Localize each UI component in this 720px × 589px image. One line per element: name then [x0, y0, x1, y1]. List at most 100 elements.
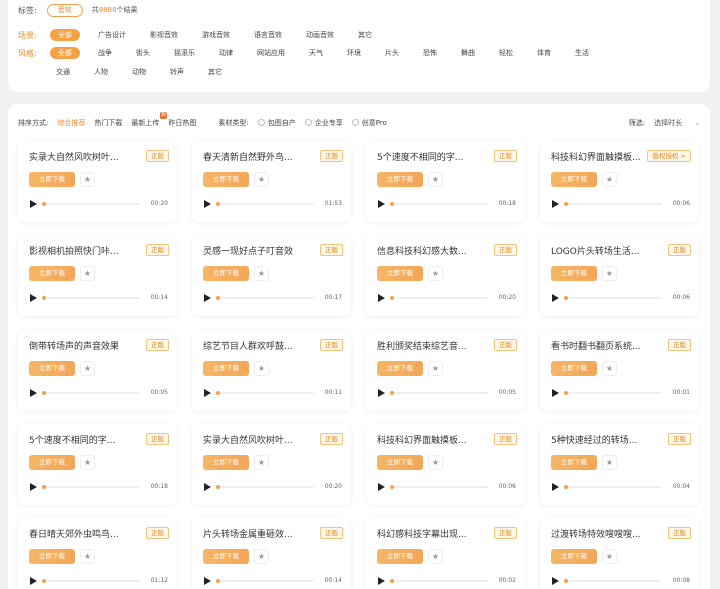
tag-pill-sound[interactable]: 音效	[46, 3, 83, 17]
sound-card[interactable]: 春日晴天郊外虫鸣鸟... 正版 立即下载 ★ 01:12	[18, 518, 177, 589]
play-icon[interactable]	[204, 294, 211, 302]
download-button[interactable]: 立即下载	[377, 266, 423, 281]
style-chip[interactable]: 交通	[50, 66, 76, 78]
star-icon[interactable]: ★	[428, 549, 443, 564]
progress-handle[interactable]	[390, 391, 394, 395]
star-icon[interactable]: ★	[254, 455, 269, 470]
play-icon[interactable]	[378, 294, 385, 302]
style-chip[interactable]: 动物	[126, 66, 152, 78]
download-button[interactable]: 立即下载	[551, 455, 597, 470]
star-icon[interactable]: ★	[80, 172, 95, 187]
style-chip[interactable]: 动律	[213, 47, 239, 59]
sound-card[interactable]: 胜利颁奖结束综艺音... 正版 立即下载 ★ 00:05	[366, 330, 525, 411]
sound-card[interactable]: 科技科幻界面触摸板... 正版 立即下载 ★ 00:06	[366, 424, 525, 505]
star-icon[interactable]: ★	[428, 455, 443, 470]
progress-handle[interactable]	[564, 202, 568, 206]
progress-track[interactable]	[564, 296, 662, 300]
play-icon[interactable]	[552, 200, 559, 208]
style-chip[interactable]: 生活	[569, 47, 595, 59]
sound-title[interactable]: 科幻感科技字幕出现...	[377, 527, 487, 540]
play-icon[interactable]	[378, 200, 385, 208]
download-button[interactable]: 立即下载	[377, 361, 423, 376]
progress-track[interactable]	[216, 391, 314, 395]
style-chip[interactable]: 网站应用	[251, 47, 291, 59]
sound-card[interactable]: 5种快速经过的转场... 正版 立即下载 ★ 00:04	[540, 424, 699, 505]
download-button[interactable]: 立即下载	[203, 361, 249, 376]
sound-card[interactable]: 过渡转场特效嗖嗖嗖... 正版 立即下载 ★ 00:08	[540, 518, 699, 589]
star-icon[interactable]: ★	[254, 361, 269, 376]
progress-handle[interactable]	[564, 296, 568, 300]
sound-card[interactable]: 倒带转场声的声音效果 正版 立即下载 ★ 00:05	[18, 330, 177, 411]
sound-title[interactable]: 实录大自然风吹树叶...	[29, 150, 139, 163]
sound-title[interactable]: 倒带转场声的声音效果	[29, 339, 139, 352]
sound-title[interactable]: LOGO片头转场生活...	[551, 244, 661, 257]
style-chip[interactable]: 其它	[202, 66, 228, 78]
play-icon[interactable]	[552, 294, 559, 302]
progress-track[interactable]	[390, 202, 488, 206]
play-icon[interactable]	[552, 577, 559, 585]
scene-chip[interactable]: 影视音效	[144, 29, 184, 41]
sound-card[interactable]: 科幻感科技字幕出现... 正版 立即下载 ★ 00:02	[366, 518, 525, 589]
style-chip[interactable]: 铃声	[164, 66, 190, 78]
play-icon[interactable]	[30, 577, 37, 585]
progress-handle[interactable]	[42, 202, 46, 206]
download-button[interactable]: 立即下载	[551, 549, 597, 564]
download-button[interactable]: 立即下载	[377, 549, 423, 564]
material-option[interactable]: 创意Pro	[351, 118, 387, 128]
star-icon[interactable]: ★	[602, 549, 617, 564]
sound-card[interactable]: LOGO片头转场生活... 正版 立即下载 ★ 00:06	[540, 235, 699, 316]
progress-track[interactable]	[564, 391, 662, 395]
star-icon[interactable]: ★	[80, 266, 95, 281]
star-icon[interactable]: ★	[428, 172, 443, 187]
scene-chip[interactable]: 语言音效	[248, 29, 288, 41]
sound-card[interactable]: 信息科技科幻感大数... 正版 立即下载 ★ 00:20	[366, 235, 525, 316]
play-icon[interactable]	[204, 483, 211, 491]
scene-chip[interactable]: 广告设计	[92, 29, 132, 41]
sound-card[interactable]: 实录大自然风吹树叶... 正版 立即下载 ★ 00:20	[192, 424, 351, 505]
download-button[interactable]: 立即下载	[29, 172, 75, 187]
progress-track[interactable]	[564, 579, 662, 583]
progress-handle[interactable]	[42, 485, 46, 489]
download-button[interactable]: 立即下载	[29, 266, 75, 281]
download-button[interactable]: 立即下载	[203, 549, 249, 564]
sound-card[interactable]: 5个速度不相同的字... 正版 立即下载 ★ 00:18	[18, 424, 177, 505]
star-icon[interactable]: ★	[602, 266, 617, 281]
material-option[interactable]: 包图自产	[257, 118, 296, 128]
style-chip[interactable]: 战争	[92, 47, 118, 59]
download-button[interactable]: 立即下载	[29, 549, 75, 564]
sound-card[interactable]: 综艺节目人群欢呼鼓... 正版 立即下载 ★ 00:11	[192, 330, 351, 411]
radio-icon[interactable]	[304, 119, 312, 126]
download-button[interactable]: 立即下载	[203, 455, 249, 470]
sound-title[interactable]: 5个速度不相同的字...	[377, 150, 487, 163]
play-icon[interactable]	[30, 200, 37, 208]
progress-track[interactable]	[42, 202, 140, 206]
download-button[interactable]: 立即下载	[551, 266, 597, 281]
sound-title[interactable]: 看书时翻书翻页系统...	[551, 339, 661, 352]
sound-card[interactable]: 实录大自然风吹树叶... 正版 立即下载 ★ 00:20	[18, 141, 177, 222]
style-chip[interactable]: 人物	[88, 66, 114, 78]
star-icon[interactable]: ★	[602, 361, 617, 376]
progress-track[interactable]	[42, 391, 140, 395]
progress-track[interactable]	[42, 579, 140, 583]
play-icon[interactable]	[378, 577, 385, 585]
progress-handle[interactable]	[564, 579, 568, 583]
sound-card[interactable]: 科技科幻界面触摸板... 版权授权 > 立即下载 ★ 00:06	[540, 141, 699, 222]
download-button[interactable]: 立即下载	[377, 172, 423, 187]
star-icon[interactable]: ★	[254, 549, 269, 564]
sound-title[interactable]: 科技科幻界面触摸板...	[377, 433, 487, 446]
style-chip[interactable]: 恐怖	[417, 47, 443, 59]
sound-card[interactable]: 片头转场金属重砸效... 正版 立即下载 ★ 00:14	[192, 518, 351, 589]
play-icon[interactable]	[30, 294, 37, 302]
progress-handle[interactable]	[216, 485, 220, 489]
download-button[interactable]: 立即下载	[203, 266, 249, 281]
progress-track[interactable]	[564, 485, 662, 489]
progress-track[interactable]	[564, 202, 662, 206]
sound-card[interactable]: 看书时翻书翻页系统... 正版 立即下载 ★ 00:01	[540, 330, 699, 411]
play-icon[interactable]	[552, 389, 559, 397]
radio-icon[interactable]	[351, 119, 359, 126]
play-icon[interactable]	[552, 483, 559, 491]
progress-track[interactable]	[216, 485, 314, 489]
play-icon[interactable]	[204, 577, 211, 585]
download-button[interactable]: 立即下载	[29, 361, 75, 376]
progress-track[interactable]	[390, 391, 488, 395]
